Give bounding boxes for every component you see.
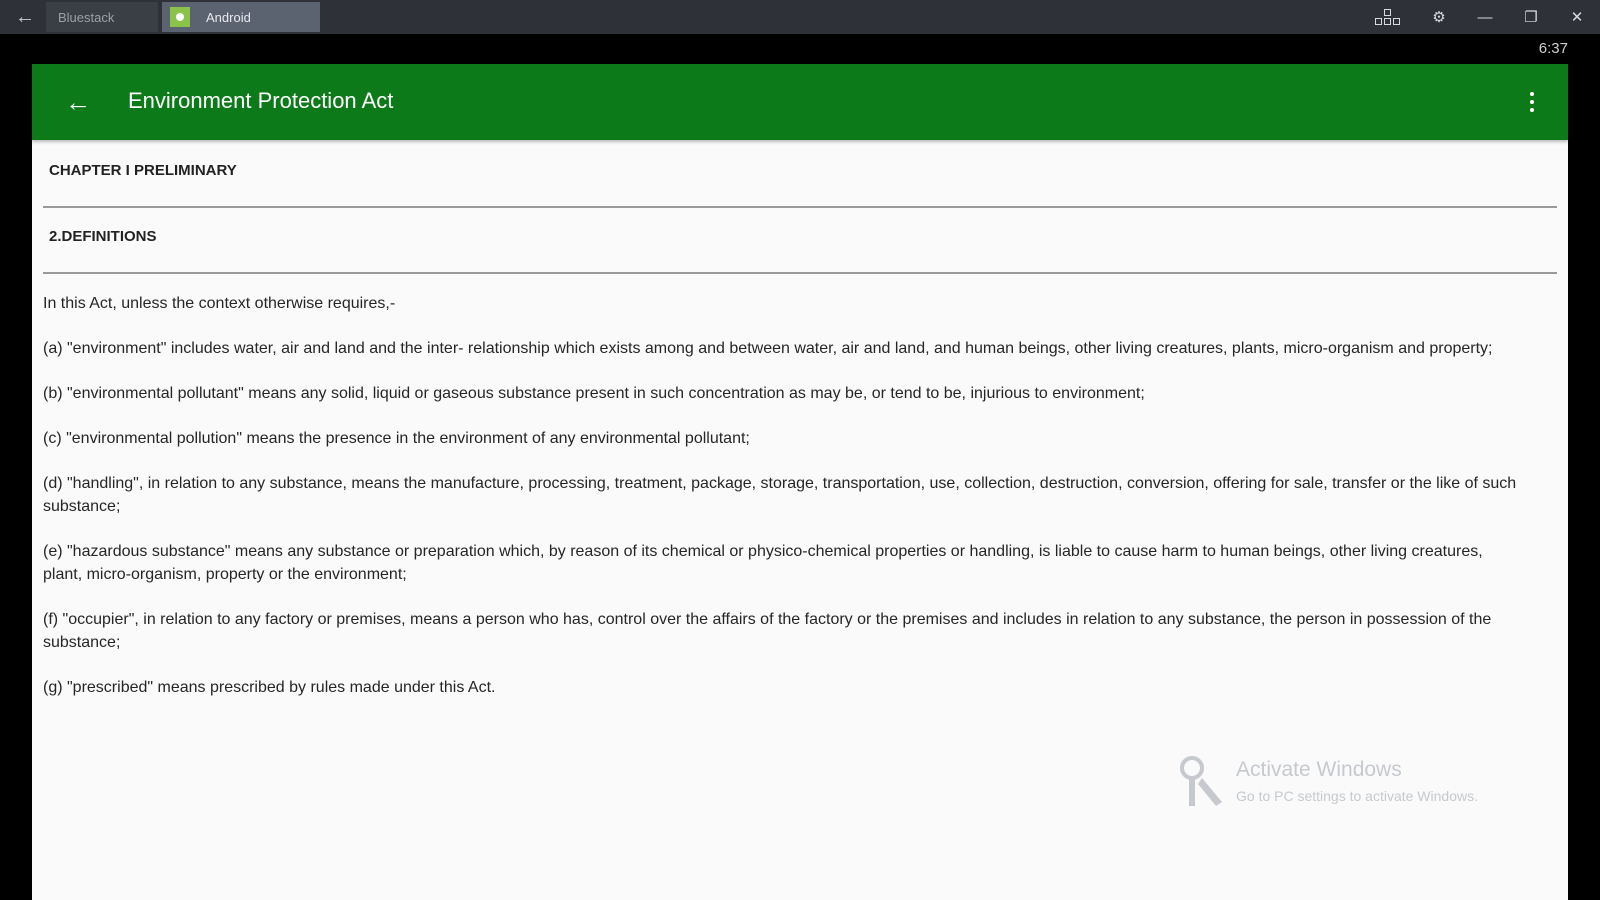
emulator-title-bar: ← Bluestack Android ⚙ — ❐ ✕ (0, 0, 1600, 34)
android-app-icon (170, 7, 190, 27)
section-title: 2.DEFINITIONS (49, 228, 157, 245)
app-grid-icon[interactable] (1358, 0, 1416, 34)
definition-paragraph: (f) "occupier", in relation to any facto… (43, 611, 1492, 651)
status-clock: 6:37 (1538, 40, 1568, 57)
tab-bluestack[interactable]: Bluestack (46, 2, 158, 32)
activate-windows-watermark: Activate Windows Go to PC settings to ac… (1176, 750, 1556, 820)
definition-paragraph: In this Act, unless the context otherwis… (43, 295, 396, 312)
definition-paragraph: (a) "environment" includes water, air an… (43, 340, 1493, 357)
definitions-text: In this Act, unless the context otherwis… (43, 292, 1523, 721)
restore-icon[interactable]: ❐ (1508, 0, 1554, 34)
definition-paragraph: (g) "prescribed" means prescribed by rul… (43, 679, 496, 696)
window-controls: ⚙ — ❐ ✕ (1358, 0, 1600, 34)
status-bar: 6:37 (0, 34, 1600, 64)
watermark-subtitle: Go to PC settings to activate Windows. (1236, 788, 1478, 804)
navigate-up-arrow-icon[interactable]: ← (58, 82, 98, 122)
tab-bluestack-label: Bluestack (58, 9, 115, 25)
definition-paragraph: (b) "environmental pollutant" means any … (43, 385, 1145, 402)
tab-android-label: Android (206, 9, 251, 25)
app-toolbar: ← Environment Protection Act (32, 64, 1568, 140)
chapter-title: CHAPTER I PRELIMINARY (49, 162, 237, 179)
settings-gear-icon[interactable]: ⚙ (1416, 0, 1462, 34)
page-title: Environment Protection Act (128, 88, 394, 113)
close-icon[interactable]: ✕ (1554, 0, 1600, 34)
overflow-menu-icon[interactable] (1520, 82, 1544, 122)
minimize-icon[interactable]: — (1462, 0, 1508, 34)
section-header[interactable]: 2.DEFINITIONS (43, 208, 1557, 274)
definition-paragraph: (c) "environmental pollution" means the … (43, 430, 750, 447)
key-icon (1180, 756, 1222, 806)
tab-android[interactable]: Android (162, 2, 320, 32)
back-arrow-icon[interactable]: ← (4, 2, 46, 32)
chapter-header[interactable]: CHAPTER I PRELIMINARY (43, 140, 1557, 208)
definition-paragraph: (e) "hazardous substance" means any subs… (43, 543, 1483, 583)
definition-paragraph: (d) "handling", in relation to any subst… (43, 475, 1517, 515)
watermark-title: Activate Windows (1236, 758, 1402, 781)
